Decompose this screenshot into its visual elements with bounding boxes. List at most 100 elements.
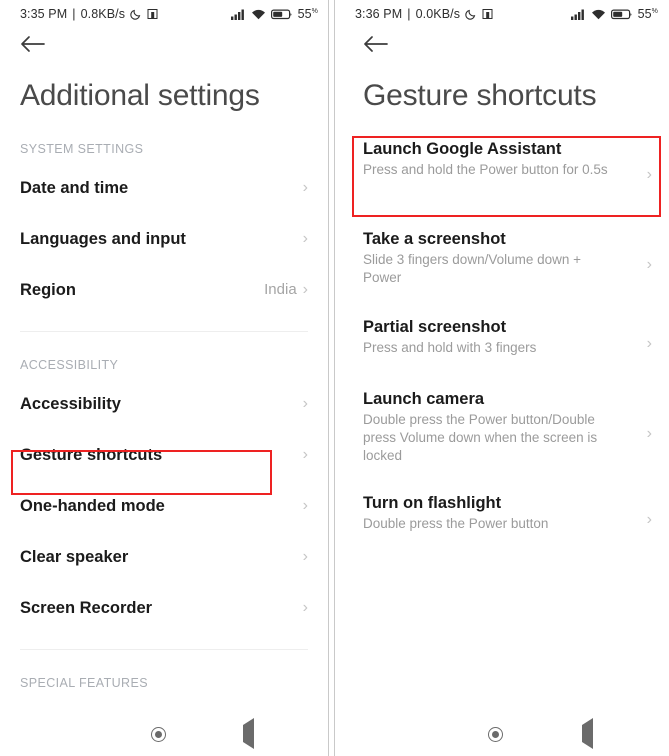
right-back-button[interactable] [335, 28, 668, 64]
row-right: › [302, 547, 308, 565]
right-page-title: Gesture shortcuts [363, 79, 597, 112]
status-separator: | [407, 7, 411, 21]
left-back-button[interactable] [0, 28, 328, 64]
dual-screenshot-container: 3:35 PM | 0.8KB/s 55% Additional setting… [0, 0, 669, 756]
list-item-date-and-time[interactable]: Date and time › [0, 162, 328, 213]
list-item-accessibility[interactable]: Accessibility › [0, 378, 328, 429]
status-network-speed: 0.0KB/s [415, 7, 461, 21]
back-arrow-icon [20, 35, 46, 58]
list-item-take-a-screenshot[interactable]: Take a screenshot Slide 3 fingers down/V… [335, 228, 668, 302]
row-right: › [302, 445, 308, 463]
status-network-speed: 0.8KB/s [80, 7, 126, 21]
home-circle-icon[interactable] [150, 726, 166, 742]
status-separator: | [72, 7, 76, 21]
row-text: Screen Recorder [20, 597, 162, 619]
left-page-title: Additional settings [20, 79, 260, 112]
section-divider [20, 649, 308, 650]
list-item-description: Press and hold the Power button for 0.5s [363, 162, 608, 177]
row-right: › [302, 394, 308, 412]
row-text: Clear speaker [20, 546, 138, 568]
list-item-launch-camera[interactable]: Launch camera Double press the Power but… [335, 388, 668, 480]
right-status-bar: 3:36 PM | 0.0KB/s 55% [335, 0, 668, 28]
list-item-description: Slide 3 fingers down/Volume down + Power [363, 252, 582, 285]
section-header-special-features: SPECIAL FEATURES [20, 676, 148, 690]
list-item-label: Launch camera [363, 390, 485, 408]
back-triangle-icon[interactable] [242, 718, 254, 749]
gesture-shortcuts-list: Launch Google Assistant Press and hold t… [335, 138, 668, 548]
list-item-turn-on-flashlight[interactable]: Turn on flashlight Double press the Powe… [335, 492, 668, 548]
accessibility-list: Accessibility › Gesture shortcuts › One-… [0, 378, 328, 633]
list-item-description: Double press the Power button/Double pre… [363, 412, 598, 463]
list-item-languages-and-input[interactable]: Languages and input › [0, 213, 328, 264]
row-text: Turn on flashlight Double press the Powe… [363, 492, 558, 533]
left-navigation-bar [0, 712, 328, 756]
battery-percent: 55% [297, 7, 318, 21]
wifi-icon [251, 9, 266, 20]
status-bar-left-group: 3:35 PM | 0.8KB/s [20, 7, 158, 21]
status-time: 3:36 PM [355, 7, 403, 21]
right-navigation-bar [335, 712, 668, 756]
wifi-icon [591, 9, 606, 20]
list-item-label: Languages and input [20, 229, 186, 248]
list-item-one-handed-mode[interactable]: One-handed mode › [0, 480, 328, 531]
status-bar-left-group: 3:36 PM | 0.0KB/s [355, 7, 493, 21]
section-divider [20, 331, 308, 332]
list-item-label: Turn on flashlight [363, 494, 502, 512]
left-status-bar: 3:35 PM | 0.8KB/s 55% [0, 0, 328, 28]
list-item-region[interactable]: Region India › [0, 264, 328, 315]
status-bar-right-group: 55% [570, 7, 658, 21]
chevron-right-icon: › [302, 280, 308, 298]
system-settings-list: Date and time › Languages and input › Re… [0, 162, 328, 315]
status-time: 3:35 PM [20, 7, 68, 21]
row-text: Accessibility [20, 393, 131, 415]
list-item-label: Accessibility [20, 394, 121, 413]
battery-icon [610, 9, 633, 20]
row-text: Gesture shortcuts [20, 444, 172, 466]
chevron-right-icon: › [302, 394, 308, 412]
status-bar-right-group: 55% [230, 7, 318, 21]
list-item-gesture-shortcuts[interactable]: Gesture shortcuts › [0, 429, 328, 480]
list-item-launch-google-assistant[interactable]: Launch Google Assistant Press and hold t… [335, 138, 668, 212]
list-item-description: Press and hold with 3 fingers [363, 340, 537, 355]
chevron-right-icon: › [302, 598, 308, 616]
list-item-value: India [264, 281, 297, 298]
notification-icon [482, 8, 493, 20]
row-right: › [303, 497, 308, 514]
chevron-right-icon: › [302, 547, 308, 565]
back-arrow-icon [363, 35, 389, 58]
row-text: One-handed mode [20, 495, 175, 517]
signal-icon [230, 9, 246, 20]
signal-icon [570, 9, 586, 20]
moon-icon [465, 8, 477, 20]
row-text: Date and time [20, 177, 138, 199]
home-circle-icon[interactable] [488, 726, 504, 742]
chevron-right-icon: › [302, 445, 308, 463]
row-right: › [647, 336, 652, 352]
row-text: Take a screenshot Slide 3 fingers down/V… [363, 228, 625, 287]
list-item-label: Take a screenshot [363, 230, 506, 248]
chevron-right-icon: › [646, 425, 652, 442]
list-item-label: Gesture shortcuts [20, 445, 163, 464]
chevron-right-icon: › [302, 178, 308, 196]
chevron-right-icon: › [302, 229, 308, 247]
row-text: Partial screenshot Press and hold with 3… [363, 316, 546, 357]
list-item-label: Partial screenshot [363, 318, 507, 336]
list-item-clear-speaker[interactable]: Clear speaker › [0, 531, 328, 582]
list-item-label: Clear speaker [20, 547, 129, 566]
row-right: › [647, 257, 652, 273]
moon-icon [130, 8, 142, 20]
list-item-partial-screenshot[interactable]: Partial screenshot Press and hold with 3… [335, 316, 668, 372]
row-right: India › [264, 281, 308, 298]
list-item-label: Region [20, 280, 76, 299]
row-right: › [302, 598, 308, 616]
row-text: Languages and input [20, 228, 196, 250]
row-right: › [647, 167, 652, 183]
list-item-screen-recorder[interactable]: Screen Recorder › [0, 582, 328, 633]
row-right: › [647, 426, 652, 442]
battery-percent: 55% [637, 7, 658, 21]
back-triangle-icon[interactable] [581, 718, 593, 749]
panel-divider [328, 0, 335, 756]
list-item-description: Double press the Power button [363, 516, 549, 531]
row-text: Region [20, 279, 86, 301]
row-right: › [302, 178, 308, 196]
